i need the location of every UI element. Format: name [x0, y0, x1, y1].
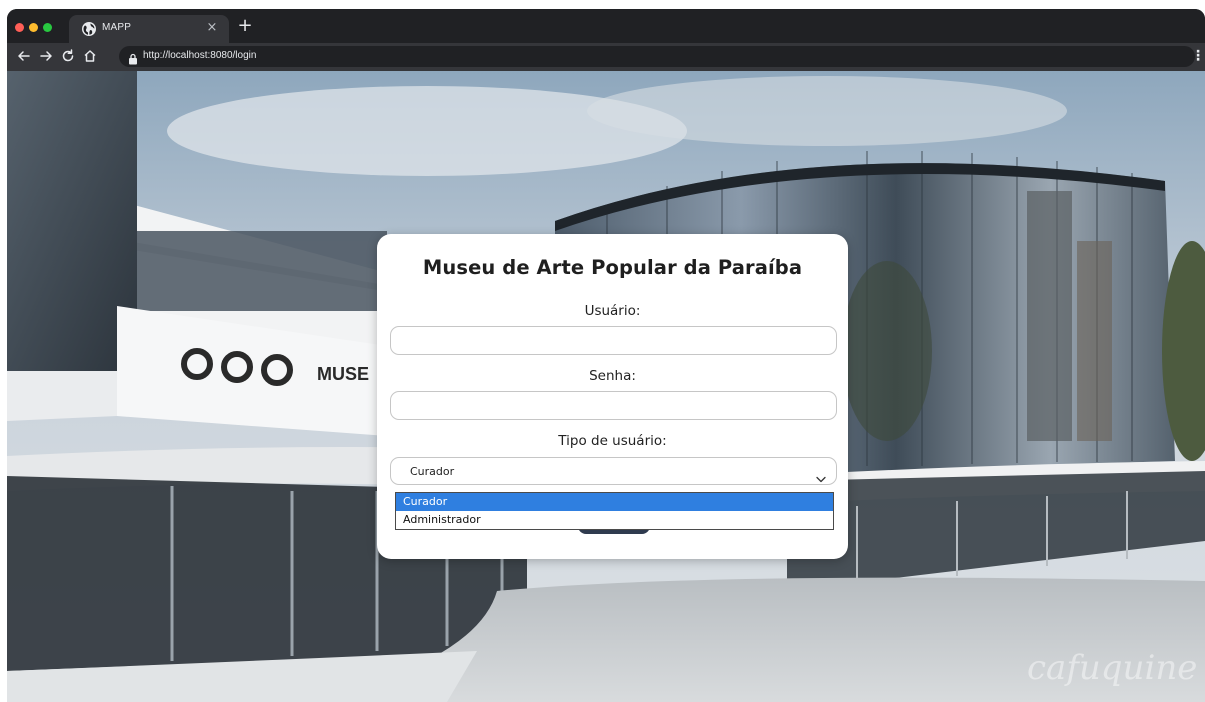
user-type-selected-value: Curador: [410, 465, 455, 478]
lock-icon: [128, 50, 138, 65]
watermark-text: cafuquine: [1027, 648, 1197, 688]
building-sign-text: MUSE: [317, 364, 369, 384]
tab-title: MAPP: [102, 22, 132, 33]
address-bar[interactable]: http://localhost:8080/login: [119, 46, 1195, 67]
option-administrador[interactable]: Administrador: [396, 511, 833, 529]
tab-strip: MAPP × +: [7, 9, 1205, 43]
reload-icon[interactable]: [59, 47, 77, 65]
user-type-options-list: Curador Administrador: [395, 492, 834, 530]
close-window-button[interactable]: [15, 23, 24, 32]
forward-icon[interactable]: [37, 47, 55, 65]
password-label: Senha:: [589, 368, 636, 384]
username-input[interactable]: [390, 326, 837, 355]
tab-close-icon[interactable]: ×: [205, 21, 219, 35]
home-icon[interactable]: [81, 47, 99, 65]
password-input[interactable]: [390, 391, 837, 420]
option-curador[interactable]: Curador: [396, 493, 833, 511]
new-tab-button[interactable]: +: [237, 17, 253, 35]
url-text: http://localhost:8080/login: [143, 50, 257, 61]
user-type-select[interactable]: Curador: [390, 457, 837, 485]
menu-kebab-icon[interactable]: ⋮: [1191, 47, 1205, 65]
chevron-down-icon: [816, 468, 826, 483]
page-viewport: MUSE cafuquine Museu de Arte Popular da …: [7, 71, 1205, 702]
page-title: Museu de Arte Popular da Paraíba: [422, 256, 803, 279]
user-type-label: Tipo de usuário:: [558, 433, 667, 449]
minimize-window-button[interactable]: [29, 23, 38, 32]
browser-toolbar: http://localhost:8080/login ⋮: [7, 43, 1205, 71]
back-icon[interactable]: [15, 47, 33, 65]
username-label: Usuário:: [584, 303, 641, 319]
browser-tab[interactable]: MAPP ×: [69, 15, 229, 43]
browser-window: MAPP × + http://localhost:8080/login ⋮ M…: [7, 9, 1205, 702]
maximize-window-button[interactable]: [43, 23, 52, 32]
globe-icon: [82, 22, 96, 36]
